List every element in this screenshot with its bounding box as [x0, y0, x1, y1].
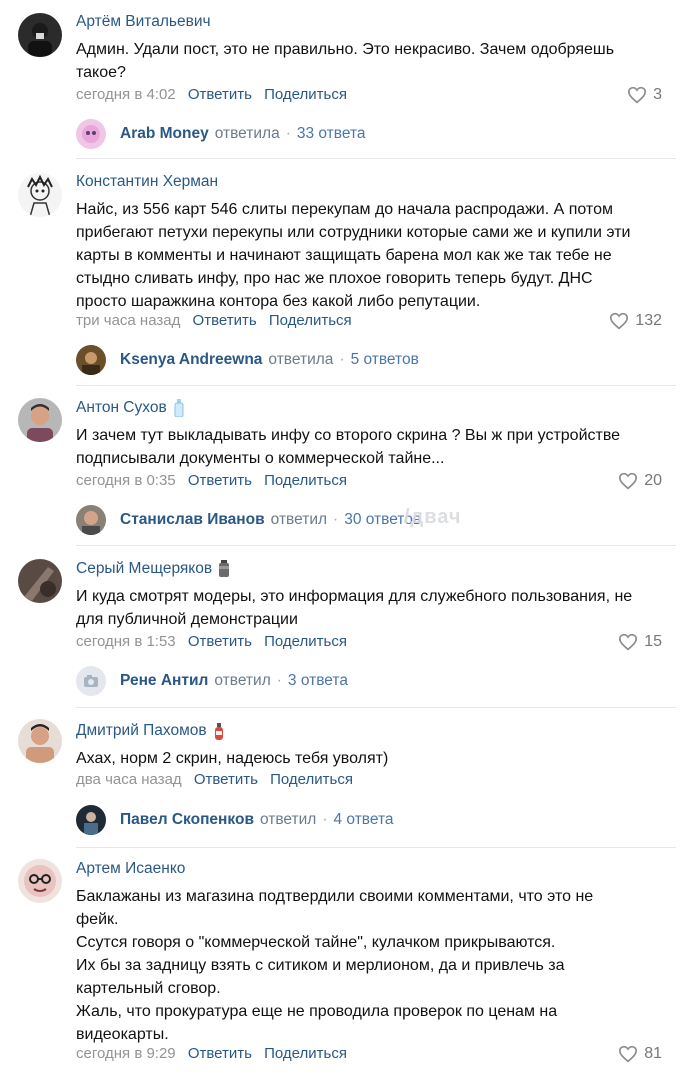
comment-time[interactable]: сегодня в 4:02: [76, 86, 176, 103]
heart-icon: [628, 86, 647, 104]
comment-time[interactable]: сегодня в 9:29: [76, 1045, 176, 1062]
divider: [76, 545, 676, 546]
like-count: 81: [644, 1045, 662, 1062]
avatar: [76, 666, 106, 696]
like-button[interactable]: 15: [618, 632, 662, 652]
bottle-icon: [174, 399, 184, 417]
like-count: 132: [635, 312, 662, 329]
comment-author[interactable]: Артём Витальевич: [76, 12, 680, 32]
replies-thread[interactable]: Рене Антил ответил · 3 ответа: [76, 665, 680, 697]
reply-author[interactable]: Станислав Иванов: [120, 511, 265, 529]
like-button[interactable]: 3: [627, 85, 662, 105]
share-button[interactable]: Поделиться: [270, 771, 353, 788]
comment-author[interactable]: Дмитрий Пахомов: [76, 721, 680, 741]
replies-thread[interactable]: Ksenya Andreewna ответила · 5 ответов: [76, 344, 680, 376]
comment-meta: три часа назад Ответить Поделиться 132: [76, 311, 680, 331]
reply-verb: ответил: [259, 811, 317, 828]
separator-dot: ·: [333, 511, 339, 528]
comment-meta: сегодня в 4:02 Ответить Поделиться 3: [76, 85, 680, 105]
reply-button[interactable]: Ответить: [194, 771, 258, 788]
share-button[interactable]: Поделиться: [264, 86, 347, 103]
avatar: [76, 805, 106, 835]
comment-meta: два часа назад Ответить Поделиться: [76, 770, 680, 790]
avatar[interactable]: [18, 559, 62, 603]
share-button[interactable]: Поделиться: [264, 1045, 347, 1062]
separator-dot: ·: [339, 351, 345, 368]
divider: [76, 847, 676, 848]
separator-dot: ·: [276, 672, 282, 689]
avatar: [76, 345, 106, 375]
like-button[interactable]: 132: [609, 311, 662, 331]
avatar[interactable]: [18, 173, 62, 217]
comment-time[interactable]: сегодня в 0:35: [76, 472, 176, 489]
comment-text: Админ. Удали пост, это не правильно. Это…: [76, 41, 615, 81]
comment-meta: сегодня в 0:35 Ответить Поделиться 20: [76, 471, 680, 491]
reply-button[interactable]: Ответить: [188, 86, 252, 103]
heart-icon: [619, 1045, 638, 1063]
share-button[interactable]: Поделиться: [264, 633, 347, 650]
comment-time[interactable]: сегодня в 1:53: [76, 633, 176, 650]
avatar[interactable]: [18, 13, 62, 57]
reply-count[interactable]: 4 ответа: [334, 811, 394, 829]
reply-verb: ответил: [214, 672, 271, 689]
share-button[interactable]: Поделиться: [269, 312, 352, 329]
replies-thread[interactable]: Arab Money ответила · 33 ответа: [76, 118, 680, 150]
heart-icon: [610, 312, 629, 330]
reply-author[interactable]: Ksenya Andreewna: [120, 351, 262, 369]
reply-count[interactable]: 33 ответа: [297, 125, 366, 143]
fire-extinguisher-icon: [214, 723, 223, 740]
comment-time[interactable]: три часа назад: [76, 312, 180, 329]
reply-button[interactable]: Ответить: [188, 633, 252, 650]
share-button[interactable]: Поделиться: [264, 472, 347, 489]
reply-button[interactable]: Ответить: [188, 1045, 252, 1062]
reply-verb: ответила: [214, 125, 280, 142]
avatar: [76, 505, 106, 535]
divider: [76, 158, 676, 159]
comment-text: И куда смотрят модеры, это информация дл…: [76, 588, 633, 628]
comment-meta: сегодня в 9:29 Ответить Поделиться 81: [76, 1044, 680, 1064]
avatar[interactable]: [18, 719, 62, 763]
comment-time[interactable]: два часа назад: [76, 771, 182, 788]
replies-thread[interactable]: Станислав Иванов ответил · 30 ответов: [76, 504, 680, 536]
reply-author[interactable]: Павел Скопенков: [120, 811, 254, 829]
divider: [76, 385, 676, 386]
comment-meta: сегодня в 1:53 Ответить Поделиться 15: [76, 632, 680, 652]
like-count: 15: [644, 633, 662, 650]
avatar[interactable]: [18, 859, 62, 903]
reply-count[interactable]: 3 ответа: [288, 672, 348, 690]
heart-icon: [619, 472, 638, 490]
reply-author[interactable]: Рене Антил: [120, 672, 208, 690]
comment-text: Найс, из 556 карт 546 слиты перекупам до…: [76, 201, 631, 310]
watermark: /двач: [404, 506, 462, 528]
comment-text: Ахах, норм 2 скрин, надеюсь тебя уволят): [76, 750, 389, 767]
comment-text: Баклажаны из магазина подтвердили своими…: [76, 888, 594, 1043]
avatar: [76, 119, 106, 149]
like-count: 20: [644, 472, 662, 489]
reply-author[interactable]: Arab Money: [120, 125, 209, 143]
separator-dot: ·: [322, 811, 328, 828]
comment-author[interactable]: Антон Сухов: [76, 398, 680, 418]
replies-thread[interactable]: Павел Скопенков ответил · 4 ответа: [76, 804, 680, 836]
avatar[interactable]: [18, 398, 62, 442]
reply-verb: ответила: [268, 351, 334, 368]
reply-count[interactable]: 5 ответов: [351, 351, 419, 369]
like-count: 3: [653, 86, 662, 103]
tin-can-icon: [219, 560, 230, 577]
reply-verb: ответил: [270, 511, 328, 528]
like-button[interactable]: 81: [618, 1044, 662, 1064]
comment-author[interactable]: Константин Херман: [76, 172, 680, 192]
comment-text: И зачем тут выкладывать инфу со второго …: [76, 427, 621, 467]
separator-dot: ·: [285, 125, 291, 142]
divider: [76, 707, 676, 708]
reply-button[interactable]: Ответить: [193, 312, 257, 329]
comment-author[interactable]: Серый Мещеряков: [76, 559, 680, 579]
comment-author[interactable]: Артем Исаенко: [76, 859, 680, 879]
heart-icon: [619, 633, 638, 651]
reply-button[interactable]: Ответить: [188, 472, 252, 489]
like-button[interactable]: 20: [618, 471, 662, 491]
